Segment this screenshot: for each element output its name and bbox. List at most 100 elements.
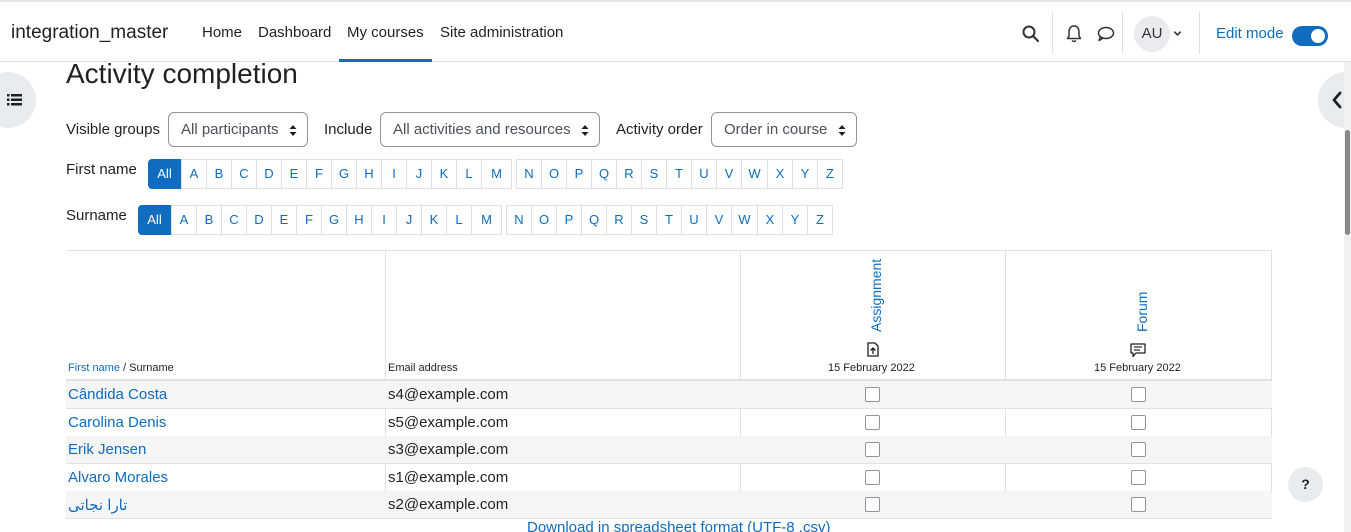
sort-first-name-link[interactable]: First name bbox=[68, 362, 120, 374]
surname-initial-j[interactable]: J bbox=[396, 205, 422, 235]
surname-initial-b[interactable]: B bbox=[196, 205, 222, 235]
first-name-initial-g[interactable]: G bbox=[331, 159, 357, 189]
surname-initial-t[interactable]: T bbox=[656, 205, 682, 235]
activity-forum-link[interactable]: Forum bbox=[1134, 292, 1150, 332]
completion-checkbox[interactable] bbox=[865, 415, 880, 430]
surname-initial-d[interactable]: D bbox=[246, 205, 272, 235]
first-name-initial-m[interactable]: M bbox=[481, 159, 512, 189]
surname-initial-r[interactable]: R bbox=[606, 205, 632, 235]
first-name-initial-r[interactable]: R bbox=[616, 159, 642, 189]
first-name-initial-u[interactable]: U bbox=[691, 159, 717, 189]
user-name-link[interactable]: Carolina Denis bbox=[68, 414, 166, 431]
completion-checkbox[interactable] bbox=[1131, 470, 1146, 485]
messages-icon[interactable] bbox=[1096, 24, 1116, 44]
surname-initial-x[interactable]: X bbox=[757, 205, 783, 235]
user-name-link[interactable]: تارا نجاتی bbox=[68, 496, 127, 514]
first-name-initial-k[interactable]: K bbox=[431, 159, 457, 189]
surname-initial-v[interactable]: V bbox=[706, 205, 732, 235]
user-name-link[interactable]: Alvaro Morales bbox=[68, 469, 168, 486]
surname-initial-h[interactable]: H bbox=[346, 205, 372, 235]
first-name-initial-o[interactable]: O bbox=[541, 159, 567, 189]
scrollbar-thumb[interactable] bbox=[1345, 130, 1350, 235]
help-button[interactable]: ? bbox=[1288, 467, 1323, 502]
first-name-initial-v[interactable]: V bbox=[716, 159, 742, 189]
surname-initial-q[interactable]: Q bbox=[581, 205, 607, 235]
surname-initial-a[interactable]: A bbox=[171, 205, 197, 235]
first-name-initial-c[interactable]: C bbox=[231, 159, 257, 189]
activity-order-label: Activity order bbox=[616, 121, 703, 138]
include-label: Include bbox=[324, 121, 373, 138]
first-name-initial-a[interactable]: A bbox=[181, 159, 207, 189]
surname-initial-m[interactable]: M bbox=[471, 205, 502, 235]
include-select[interactable]: All activities and resources bbox=[380, 112, 600, 147]
first-name-initial-b[interactable]: B bbox=[206, 159, 232, 189]
user-name-link[interactable]: Cândida Costa bbox=[68, 386, 167, 403]
nav-my-courses[interactable]: My courses bbox=[347, 24, 424, 41]
nav-dashboard[interactable]: Dashboard bbox=[258, 24, 331, 41]
table-row: Carolina Denis s5@example.com bbox=[66, 409, 1272, 437]
activity-order-select[interactable]: Order in course bbox=[711, 112, 857, 147]
surname-initial-i[interactable]: I bbox=[371, 205, 397, 235]
surname-initial-o[interactable]: O bbox=[531, 205, 557, 235]
user-avatar[interactable]: AU bbox=[1134, 16, 1170, 52]
chevron-down-icon[interactable] bbox=[1173, 29, 1182, 38]
completion-table: First name / Surname Email address Assig… bbox=[66, 250, 1272, 519]
first-name-initial-d[interactable]: D bbox=[256, 159, 282, 189]
first-name-initial-l[interactable]: L bbox=[456, 159, 482, 189]
first-name-initial-j[interactable]: J bbox=[406, 159, 432, 189]
first-name-initial-all[interactable]: All bbox=[148, 159, 181, 189]
completion-checkbox[interactable] bbox=[865, 497, 880, 512]
surname-initial-f[interactable]: F bbox=[296, 205, 322, 235]
completion-checkbox[interactable] bbox=[865, 442, 880, 457]
notifications-bell-icon[interactable] bbox=[1064, 24, 1084, 44]
surname-initial-g[interactable]: G bbox=[321, 205, 347, 235]
first-name-initial-t[interactable]: T bbox=[666, 159, 692, 189]
sort-surname-link[interactable]: Surname bbox=[129, 362, 174, 374]
surname-initial-k[interactable]: K bbox=[421, 205, 447, 235]
first-name-initial-s[interactable]: S bbox=[641, 159, 667, 189]
search-icon[interactable] bbox=[1021, 24, 1041, 44]
completion-checkbox[interactable] bbox=[1131, 415, 1146, 430]
list-icon bbox=[7, 94, 22, 106]
surname-initial-u[interactable]: U bbox=[681, 205, 707, 235]
first-name-initial-x[interactable]: X bbox=[767, 159, 793, 189]
surname-initial-y[interactable]: Y bbox=[782, 205, 808, 235]
site-brand[interactable]: integration_master bbox=[11, 22, 168, 44]
user-name-link[interactable]: Erik Jensen bbox=[68, 441, 146, 458]
surname-initial-all[interactable]: All bbox=[138, 205, 171, 235]
nav-home[interactable]: Home bbox=[202, 24, 242, 41]
visible-groups-value: All participants bbox=[181, 121, 279, 138]
completion-checkbox[interactable] bbox=[1131, 387, 1146, 402]
first-name-initial-w[interactable]: W bbox=[741, 159, 768, 189]
nav-site-administration[interactable]: Site administration bbox=[440, 24, 563, 41]
first-name-initial-i[interactable]: I bbox=[381, 159, 407, 189]
activity-assignment-link[interactable]: Assignment bbox=[868, 259, 884, 332]
course-index-drawer-toggle[interactable] bbox=[0, 72, 36, 128]
completion-checkbox[interactable] bbox=[1131, 442, 1146, 457]
edit-mode-toggle[interactable] bbox=[1292, 26, 1328, 46]
surname-initial-e[interactable]: E bbox=[271, 205, 297, 235]
visible-groups-select[interactable]: All participants bbox=[168, 112, 308, 147]
completion-checkbox[interactable] bbox=[865, 387, 880, 402]
first-name-initial-p[interactable]: P bbox=[566, 159, 592, 189]
first-name-initial-h[interactable]: H bbox=[356, 159, 382, 189]
first-name-initial-e[interactable]: E bbox=[281, 159, 307, 189]
first-name-initial-q[interactable]: Q bbox=[591, 159, 617, 189]
first-name-initial-n[interactable]: N bbox=[516, 159, 542, 189]
surname-initial-z[interactable]: Z bbox=[807, 205, 833, 235]
download-csv-link[interactable]: Download in spreadsheet format (UTF-8 .c… bbox=[527, 519, 830, 532]
first-name-initial-z[interactable]: Z bbox=[817, 159, 843, 189]
surname-initial-s[interactable]: S bbox=[631, 205, 657, 235]
surname-initial-l[interactable]: L bbox=[446, 205, 472, 235]
email-column-header: Email address bbox=[388, 362, 458, 374]
first-name-initial-f[interactable]: F bbox=[306, 159, 332, 189]
surname-initial-w[interactable]: W bbox=[731, 205, 758, 235]
completion-checkbox[interactable] bbox=[865, 470, 880, 485]
completion-checkbox[interactable] bbox=[1131, 497, 1146, 512]
surname-initial-p[interactable]: P bbox=[556, 205, 582, 235]
surname-initial-n[interactable]: N bbox=[506, 205, 532, 235]
header-separator: / bbox=[119, 362, 130, 374]
page-title: Activity completion bbox=[66, 58, 298, 89]
first-name-initial-y[interactable]: Y bbox=[792, 159, 818, 189]
surname-initial-c[interactable]: C bbox=[221, 205, 247, 235]
